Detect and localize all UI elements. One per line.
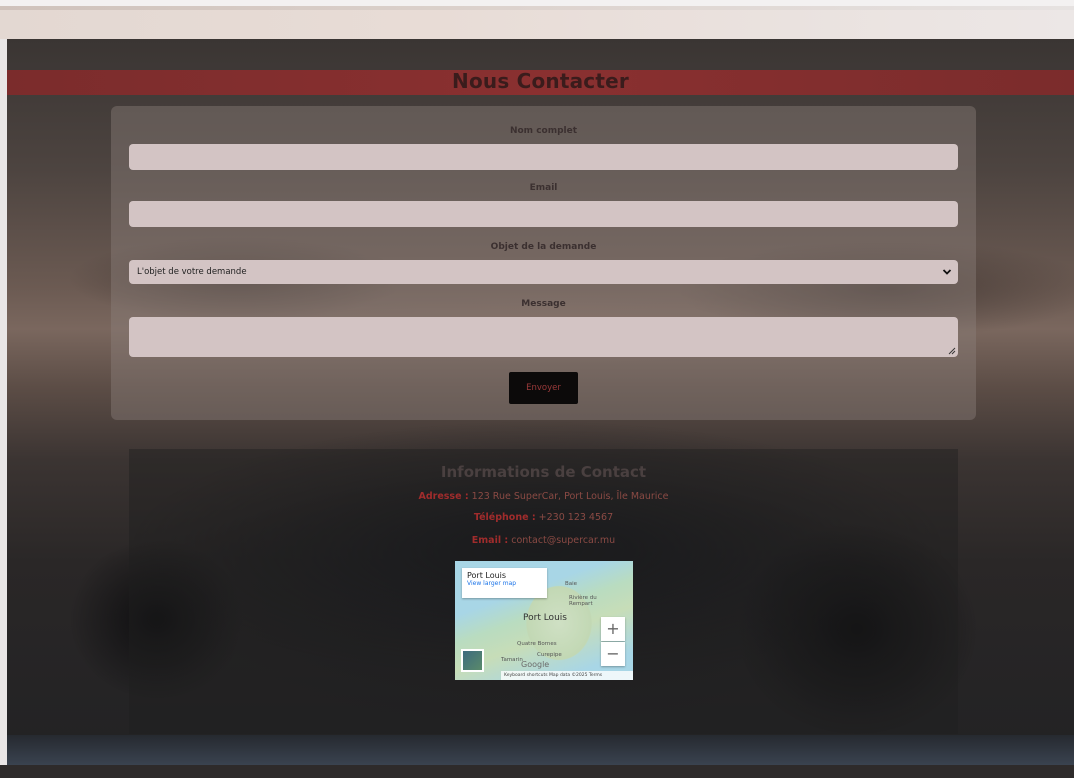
message-textarea[interactable] (129, 317, 958, 357)
map-place-label: Tamarin (501, 657, 523, 663)
email-info-label: Email : (471, 535, 509, 546)
phone-line: Téléphone : +230 123 4567 (129, 512, 958, 523)
email-input[interactable] (129, 201, 958, 227)
contact-info-section: Informations de Contact Adresse : 123 Ru… (129, 449, 958, 734)
address-label: Adresse : (418, 491, 469, 502)
background-ground (7, 735, 1074, 765)
address-line: Adresse : 123 Rue SuperCar, Port Louis, … (129, 491, 958, 502)
name-input[interactable] (129, 144, 958, 170)
map-place-label: Rivière du Rempart (569, 595, 597, 607)
chevron-down-icon (942, 269, 952, 275)
map-satellite-toggle[interactable] (461, 649, 484, 672)
map-city-label: Port Louis (523, 613, 567, 623)
subject-select[interactable]: L'objet de votre demande (129, 260, 958, 284)
map-place-label: Quatre Bornes (517, 641, 557, 647)
browser-top-strip (0, 0, 1074, 39)
resize-handle-icon[interactable] (948, 347, 956, 355)
page-footer-strip (0, 765, 1074, 778)
email-info-value[interactable]: contact@supercar.mu (511, 535, 615, 546)
map-popup: Port Louis View larger map (462, 568, 547, 598)
map-place-label: Baie (565, 581, 578, 587)
submit-button[interactable]: Envoyer (509, 372, 578, 404)
phone-value: +230 123 4567 (538, 512, 614, 523)
email-line: Email : contact@supercar.mu (129, 535, 958, 546)
map-zoom-out-button[interactable]: − (601, 642, 625, 666)
map-popup-title: Port Louis (467, 571, 507, 580)
address-value: 123 Rue SuperCar, Port Louis, Île Mauric… (471, 491, 669, 502)
contact-info-title: Informations de Contact (440, 463, 647, 481)
name-label: Nom complet (509, 126, 578, 136)
google-logo: Google (521, 660, 550, 669)
email-label: Email (529, 183, 558, 193)
map-place-label: Curepipe (537, 652, 562, 658)
subject-label: Objet de la demande (490, 242, 597, 252)
embedded-map[interactable]: Baie Rivière du Rempart Port Louis Quatr… (455, 561, 633, 680)
map-footer[interactable]: Keyboard shortcuts Map data ©2025 Terms (501, 671, 633, 680)
phone-label: Téléphone : (473, 512, 536, 523)
view-larger-map-link[interactable]: View larger map (467, 580, 542, 587)
contact-form: Nom complet Email Objet de la demande L'… (111, 106, 976, 420)
page-title: Nous Contacter (452, 69, 629, 93)
subject-selected-value: L'objet de votre demande (137, 267, 247, 277)
map-zoom-in-button[interactable]: + (601, 617, 625, 641)
message-label: Message (521, 299, 566, 309)
